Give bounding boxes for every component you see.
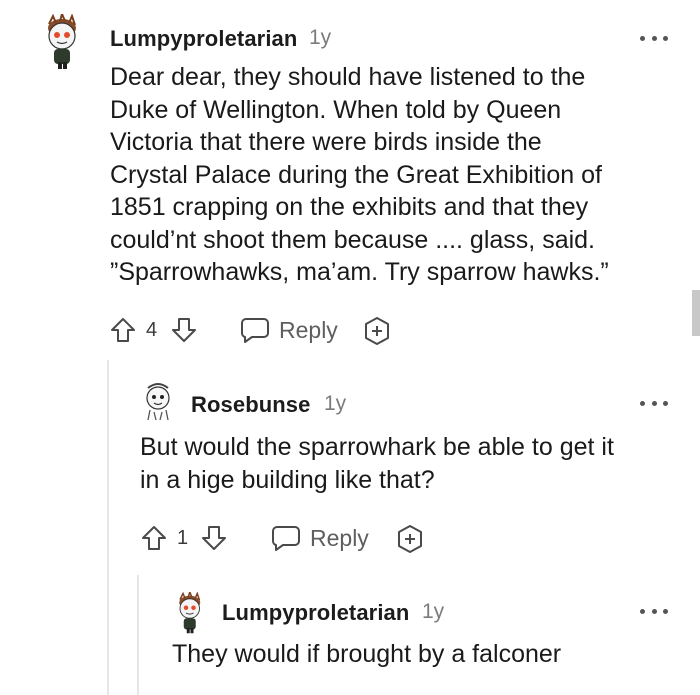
award-icon[interactable] bbox=[362, 316, 392, 346]
comment: Lumpyproletarian 1y They would if brough… bbox=[0, 580, 700, 695]
more-options-icon[interactable] bbox=[640, 606, 668, 616]
downvote-icon[interactable] bbox=[201, 524, 227, 552]
timestamp: 1y bbox=[324, 392, 347, 415]
reply-label: Reply bbox=[310, 524, 369, 551]
reply-button[interactable]: Reply bbox=[271, 520, 369, 556]
comment: Rosebunse 1y But would the sparrowhark b… bbox=[0, 370, 700, 570]
avatar[interactable] bbox=[140, 382, 176, 422]
upvote-icon[interactable] bbox=[110, 316, 136, 344]
vote-count: 4 bbox=[146, 319, 158, 341]
comment-body: Dear dear, they should have listened to … bbox=[110, 63, 609, 286]
reply-button[interactable]: Reply bbox=[240, 312, 338, 348]
scrollbar[interactable] bbox=[692, 290, 700, 336]
timestamp: 1y bbox=[309, 26, 332, 49]
snoo-avatar-icon bbox=[146, 383, 170, 421]
avatar[interactable] bbox=[172, 592, 206, 634]
vote-count: 1 bbox=[177, 527, 189, 549]
downvote-icon[interactable] bbox=[171, 316, 197, 344]
more-options-icon[interactable] bbox=[640, 398, 668, 408]
timestamp: 1y bbox=[422, 600, 445, 623]
snoo-avatar-icon bbox=[179, 592, 201, 634]
comment-body: But would the sparrowhark be able to get… bbox=[140, 433, 614, 494]
comment-body: They would if brought by a falconer bbox=[172, 640, 562, 668]
more-options-icon[interactable] bbox=[640, 33, 668, 43]
comment: Lumpyproletarian 1y Dear dear, they shou… bbox=[0, 0, 700, 360]
reply-icon bbox=[272, 526, 300, 551]
award-icon[interactable] bbox=[395, 524, 425, 554]
username[interactable]: Lumpyproletarian bbox=[222, 600, 409, 626]
avatar[interactable] bbox=[40, 14, 82, 70]
reply-icon bbox=[241, 318, 269, 343]
username[interactable]: Rosebunse bbox=[191, 392, 310, 418]
upvote-icon[interactable] bbox=[141, 524, 167, 552]
snoo-avatar-icon bbox=[48, 14, 76, 69]
username[interactable]: Lumpyproletarian bbox=[110, 26, 297, 52]
reply-label: Reply bbox=[279, 316, 338, 343]
